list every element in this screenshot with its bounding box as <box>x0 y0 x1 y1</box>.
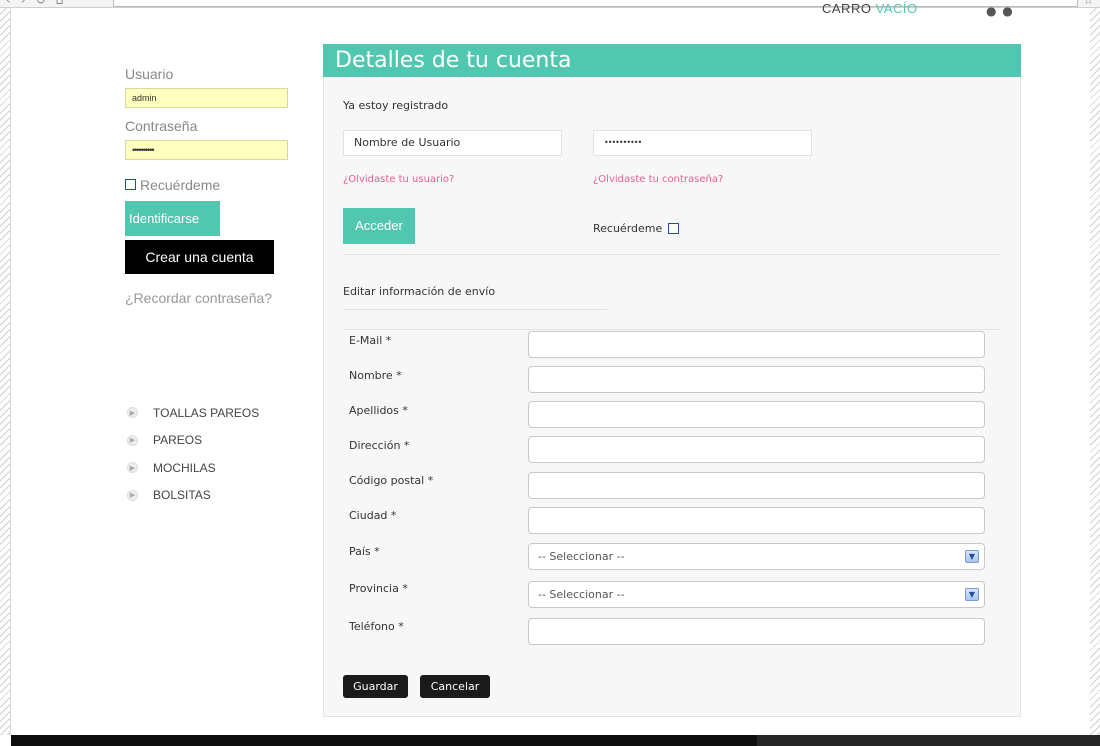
account-password-input[interactable]: •••••••••• <box>593 130 812 156</box>
province-label: Provincia * <box>349 582 408 595</box>
surname-label: Apellidos * <box>349 404 408 417</box>
name-field[interactable] <box>528 366 985 393</box>
email-field[interactable] <box>528 331 985 358</box>
address-label: Dirección * <box>349 439 410 452</box>
page-background-left <box>0 8 11 735</box>
browser-nav-icons[interactable]: ‹›↻⌂ <box>6 0 73 7</box>
remember-label: Recuérdeme <box>140 177 221 193</box>
category-list: ▶ TOALLAS PAREOS ▶ PAREOS ▶ MOCHILAS ▶ BOLSI… <box>127 399 259 509</box>
cart-icon[interactable]: ● ● <box>986 4 1014 18</box>
cancel-button[interactable]: Cancelar <box>420 675 490 698</box>
category-label: TOALLAS PAREOS <box>153 405 260 420</box>
remember-me-account[interactable]: Recuérdeme <box>593 222 679 235</box>
create-account-button[interactable]: Crear una cuenta <box>125 240 274 274</box>
arrow-bullet-icon: ▶ <box>127 462 138 474</box>
forgot-account-password-link[interactable]: ¿Olvidaste tu contraseña? <box>593 174 723 185</box>
username-input[interactable]: admin <box>125 88 288 108</box>
save-button[interactable]: Guardar <box>343 675 408 698</box>
email-label: E-Mail * <box>349 334 392 347</box>
category-label: MOCHILAS <box>153 460 216 475</box>
city-label: Ciudad * <box>349 509 397 522</box>
phone-label: Teléfono * <box>349 620 404 633</box>
postal-code-label: Código postal * <box>349 474 434 487</box>
name-label: Nombre * <box>349 369 402 382</box>
remember-me-sidebar[interactable]: Recuérdeme <box>125 177 220 193</box>
divider <box>343 329 1000 330</box>
page-background-right <box>1090 8 1100 735</box>
password-input[interactable]: •••••••••• <box>125 140 288 160</box>
category-item[interactable]: ▶ TOALLAS PAREOS <box>127 399 259 427</box>
username-label: Usuario <box>125 66 174 82</box>
category-item[interactable]: ▶ MOCHILAS <box>127 454 259 482</box>
remember-label: Recuérdeme <box>593 222 663 235</box>
category-item[interactable]: ▶ BOLSITAS <box>127 482 259 510</box>
account-username-input[interactable]: Nombre de Usuario <box>343 130 562 156</box>
province-select-value: -- Seleccionar -- <box>538 588 625 601</box>
arrow-bullet-icon: ▶ <box>127 489 138 501</box>
password-label: Contraseña <box>125 118 198 134</box>
divider <box>343 254 1000 255</box>
forgot-username-link[interactable]: ¿Olvidaste tu usuario? <box>343 174 454 185</box>
city-field[interactable] <box>528 507 985 534</box>
dropdown-arrow-icon[interactable]: ▼ <box>965 550 979 563</box>
surname-field[interactable] <box>528 401 985 428</box>
login-button[interactable]: Identificarse <box>125 201 220 236</box>
arrow-bullet-icon: ▶ <box>127 407 138 419</box>
phone-field[interactable] <box>528 618 985 645</box>
category-label: BOLSITAS <box>153 488 211 503</box>
postal-code-field[interactable] <box>528 472 985 499</box>
remember-checkbox[interactable] <box>667 222 679 234</box>
access-button[interactable]: Acceder <box>343 208 415 244</box>
cart-empty-label: VACÍO <box>875 1 918 16</box>
cart-label: CARRO <box>822 1 872 16</box>
browser-toolbar: ‹›↻⌂ ☆ <box>0 0 1100 8</box>
country-label: País * <box>349 545 380 558</box>
registered-heading: Ya estoy registrado <box>343 99 449 112</box>
footer-right-block <box>757 735 1100 746</box>
province-select[interactable]: -- Seleccionar -- ▼ <box>528 581 985 608</box>
category-item[interactable]: ▶ PAREOS <box>127 427 259 455</box>
country-select[interactable]: -- Seleccionar -- ▼ <box>528 543 985 570</box>
forgot-password-link[interactable]: ¿Recordar contraseña? <box>125 290 272 306</box>
bookmark-star-icon[interactable]: ☆ <box>1083 0 1094 7</box>
category-label: PAREOS <box>153 433 203 448</box>
cart-status[interactable]: CARRO VACÍO <box>822 1 918 16</box>
address-field[interactable] <box>528 436 985 463</box>
arrow-bullet-icon: ▶ <box>127 434 138 446</box>
address-bar[interactable] <box>113 0 1078 7</box>
country-select-value: -- Seleccionar -- <box>538 550 625 563</box>
dropdown-arrow-icon[interactable]: ▼ <box>965 588 979 601</box>
shipping-heading: Editar información de envío <box>343 285 496 298</box>
page-title: Detalles de tu cuenta <box>323 44 1021 77</box>
remember-checkbox[interactable] <box>125 179 136 191</box>
heading-underline <box>343 309 607 310</box>
